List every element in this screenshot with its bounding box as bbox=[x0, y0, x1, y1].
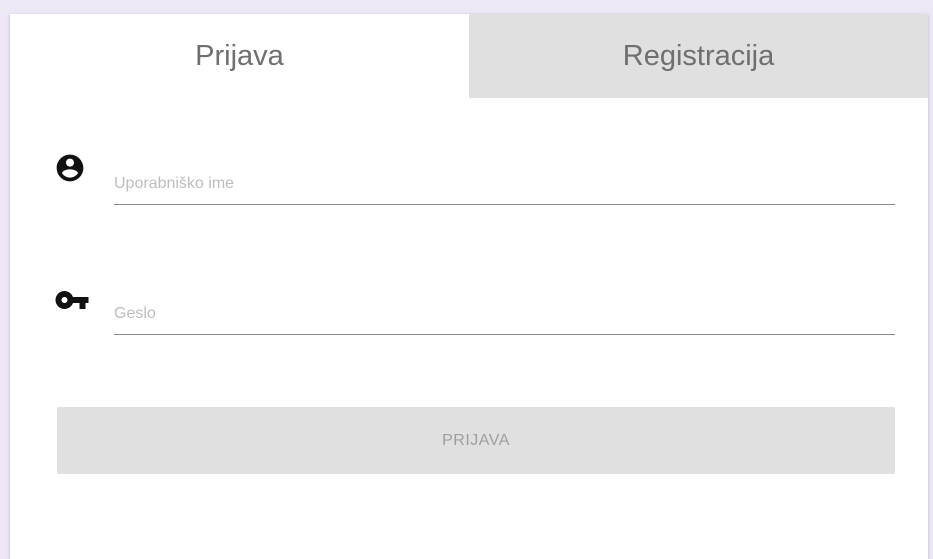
tab-registracija-label: Registracija bbox=[622, 39, 775, 72]
key-icon bbox=[54, 282, 90, 318]
username-field bbox=[114, 164, 895, 205]
auth-tabs: Prijava Registracija bbox=[10, 14, 928, 98]
password-input[interactable] bbox=[114, 294, 895, 334]
password-field bbox=[114, 294, 895, 335]
login-button[interactable]: PRIJAVA bbox=[57, 407, 895, 474]
tab-registracija[interactable]: Registracija bbox=[469, 14, 928, 98]
tab-prijava-label: Prijava bbox=[195, 39, 284, 72]
tab-prijava[interactable]: Prijava bbox=[10, 14, 469, 98]
account-circle-icon bbox=[54, 152, 90, 188]
login-card: Prijava Registracija PRIJAVA bbox=[10, 14, 928, 559]
username-input[interactable] bbox=[114, 164, 895, 204]
